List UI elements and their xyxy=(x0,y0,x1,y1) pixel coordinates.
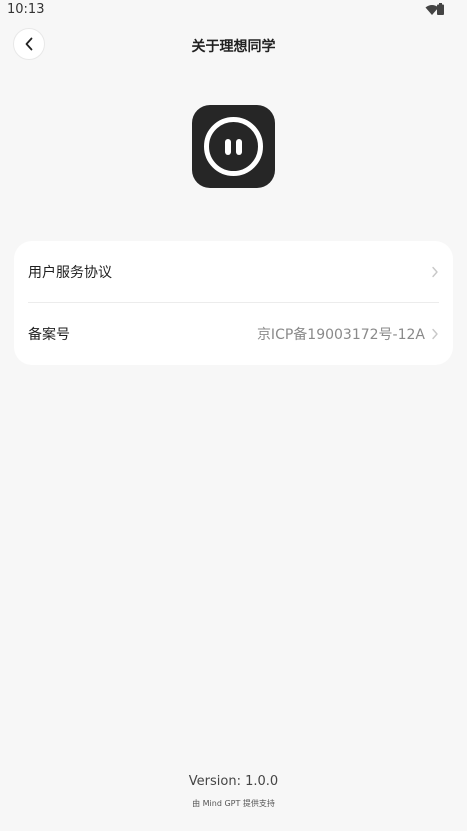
logo-ring xyxy=(204,117,263,176)
version-text: Version: 1.0.0 xyxy=(188,774,279,789)
user-agreement-row[interactable]: 用户服务协议 xyxy=(14,241,453,303)
battery-icon xyxy=(437,3,444,15)
logo-eye-right xyxy=(236,139,242,155)
logo-eye-left xyxy=(225,139,231,155)
provider-text: 由 Mind GPT 提供支持 xyxy=(192,799,275,808)
info-card: 用户服务协议 备案号 京ICP备19003172号-12A xyxy=(14,241,453,365)
row-label: 备案号 xyxy=(28,327,70,343)
chevron-right-icon xyxy=(432,266,438,278)
icp-record-row[interactable]: 备案号 京ICP备19003172号-12A xyxy=(14,303,453,365)
app-logo-face-icon xyxy=(192,105,275,188)
status-time: 10:13 xyxy=(7,2,45,17)
row-label: 用户服务协议 xyxy=(28,265,112,281)
about-screen: 10:13 关于理想同学 用户服务协议 备案号 京ICP备19003172号-1… xyxy=(0,0,467,831)
status-bar: 10:13 xyxy=(0,0,467,22)
chevron-right-icon xyxy=(432,328,438,340)
icp-number: 京ICP备19003172号-12A xyxy=(256,327,425,343)
page-title: 关于理想同学 xyxy=(191,39,276,55)
